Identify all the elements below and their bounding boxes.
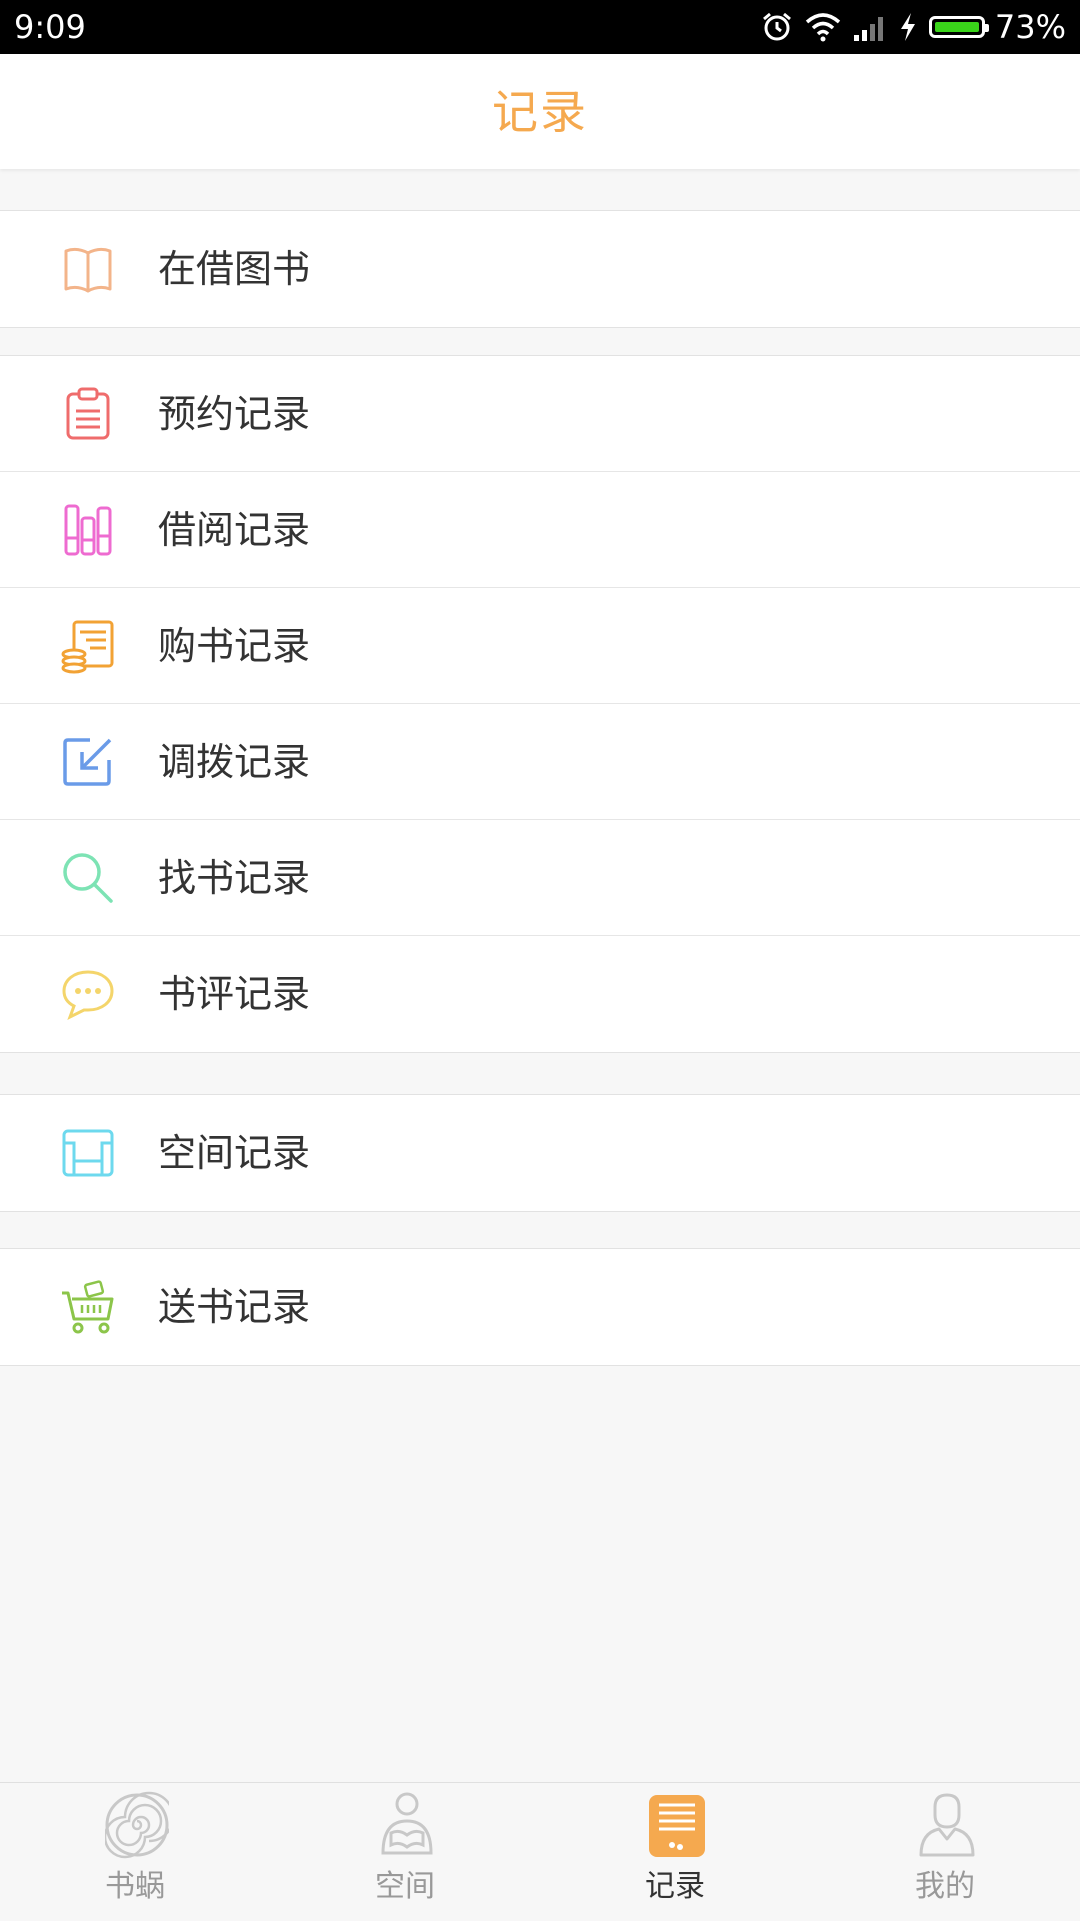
open-book-icon [64, 247, 112, 293]
nav-tab-label: 空间 [375, 1869, 435, 1904]
chat-bubble-icon [62, 970, 114, 1021]
clipboard-icon [66, 387, 110, 440]
menu-item-label: 预约记录 [158, 392, 311, 436]
menu-item-label: 借阅记录 [158, 508, 311, 552]
bottom-nav: 书蜗 空间 记录 我的 [0, 1782, 1080, 1921]
menu-group-borrowed: 在借图书 [0, 210, 1080, 328]
nav-tab-label: 书蜗 [105, 1869, 165, 1904]
menu-item-label: 送书记录 [158, 1285, 311, 1329]
books-shelf-icon [64, 504, 112, 556]
signal-icon [853, 17, 883, 41]
reading-person-icon [381, 1792, 433, 1855]
menu-group-records: 预约记录 借阅记录 购书记录 调拨记录 找书记录 书评记录 [0, 355, 1080, 1053]
menu-item-label: 在借图书 [158, 247, 311, 291]
book-coins-icon [61, 620, 114, 674]
nav-tab-mine[interactable]: 我的 [810, 1783, 1080, 1921]
menu-item-label: 购书记录 [158, 624, 311, 668]
page-title: 记录 [492, 85, 588, 139]
shopping-cart-icon [62, 1280, 114, 1334]
menu-item-search-records[interactable]: 找书记录 [0, 820, 1080, 936]
nav-tab-label: 记录 [645, 1869, 705, 1904]
menu-item-label: 找书记录 [158, 856, 311, 900]
status-icons: 73% [749, 8, 1066, 46]
alarm-icon [762, 12, 791, 41]
wifi-icon [805, 13, 841, 42]
menu-item-reservation-records[interactable]: 预约记录 [0, 356, 1080, 472]
menu-item-purchase-records[interactable]: 购书记录 [0, 588, 1080, 704]
title-bar: 记录 [0, 54, 1080, 169]
profile-icon [919, 1793, 975, 1857]
charging-icon [900, 13, 915, 41]
sofa-icon [62, 1129, 114, 1177]
snail-shell-icon [105, 1791, 169, 1859]
menu-group-gift: 送书记录 [0, 1248, 1080, 1366]
menu-item-label: 空间记录 [158, 1131, 311, 1175]
battery-percent: 73% [994, 8, 1066, 46]
nav-tab-label: 我的 [915, 1869, 975, 1904]
battery-icon [928, 16, 989, 38]
nav-tab-shuwo[interactable]: 书蜗 [0, 1783, 270, 1921]
transfer-arrow-icon [63, 738, 112, 786]
menu-item-space-records[interactable]: 空间记录 [0, 1095, 1080, 1211]
status-bar: 9:09 73% [0, 0, 1080, 54]
nav-tab-space[interactable]: 空间 [270, 1783, 540, 1921]
menu-item-borrowed-books[interactable]: 在借图书 [0, 211, 1080, 327]
menu-item-review-records[interactable]: 书评记录 [0, 936, 1080, 1052]
record-note-icon [649, 1795, 705, 1857]
nav-tab-records[interactable]: 记录 [540, 1783, 810, 1921]
menu-item-transfer-records[interactable]: 调拨记录 [0, 704, 1080, 820]
status-time: 9:09 [14, 8, 86, 46]
search-icon [63, 853, 113, 903]
menu-item-borrowing-records[interactable]: 借阅记录 [0, 472, 1080, 588]
menu-group-space: 空间记录 [0, 1094, 1080, 1212]
menu-item-label: 调拨记录 [158, 740, 311, 784]
menu-item-label: 书评记录 [158, 972, 311, 1016]
menu-item-gift-records[interactable]: 送书记录 [0, 1249, 1080, 1365]
